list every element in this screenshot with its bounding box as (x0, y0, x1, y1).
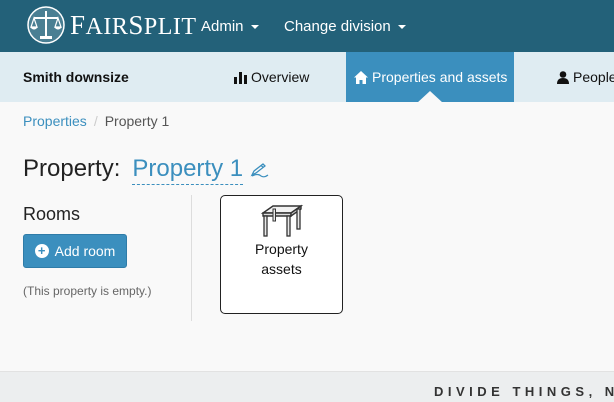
page-title-label: Property: (23, 155, 121, 182)
active-tab-pointer (417, 91, 443, 103)
change-division-label: Change division (284, 17, 391, 35)
breadcrumb-properties-link[interactable]: Properties (23, 113, 87, 129)
property-assets-label-line2: assets (261, 261, 302, 277)
top-navbar: FAIRSPLIT Admin Change division (0, 0, 614, 52)
footer-tagline: DIVIDE THINGS, N (434, 384, 614, 399)
caret-down-icon (397, 25, 406, 29)
add-room-label: Add room (54, 243, 116, 259)
tab-people-label: People (573, 69, 614, 85)
caret-down-icon (250, 25, 259, 29)
user-icon (557, 70, 569, 84)
bar-chart-icon (234, 71, 247, 84)
scales-icon (27, 6, 65, 44)
tab-properties-label: Properties and assets (372, 69, 508, 85)
home-icon (354, 70, 368, 84)
change-division-menu[interactable]: Change division (284, 0, 406, 52)
table-icon (260, 204, 303, 237)
footer: DIVIDE THINGS, N (0, 371, 614, 402)
tab-properties-and-assets[interactable]: Properties and assets (346, 52, 514, 103)
add-room-button[interactable]: + Add room (23, 234, 127, 268)
edit-pencil-icon[interactable] (249, 162, 269, 178)
admin-menu-label: Admin (201, 17, 244, 35)
tab-people[interactable]: People (557, 52, 614, 102)
brand[interactable]: FAIRSPLIT (24, 5, 197, 45)
property-assets-card[interactable]: Property assets (220, 195, 343, 314)
breadcrumb-separator: / (93, 113, 98, 129)
property-assets-label-line1: Property (255, 241, 308, 257)
plus-circle-icon: + (34, 244, 49, 258)
tab-overview-label: Overview (251, 69, 310, 85)
brand-name: FAIRSPLIT (70, 9, 197, 40)
property-name-editable[interactable]: Property 1 (132, 155, 244, 185)
breadcrumb: Properties / Property 1 (23, 113, 169, 129)
rooms-heading: Rooms (23, 204, 81, 224)
column-divider (191, 195, 192, 321)
tab-overview[interactable]: Overview (234, 52, 309, 102)
project-title: Smith downsize (23, 69, 129, 85)
breadcrumb-current: Property 1 (104, 113, 170, 129)
project-subnav: Smith downsize Overview Properties and a… (0, 52, 614, 103)
page-title: Property: Property 1 (23, 155, 269, 185)
admin-menu[interactable]: Admin (201, 0, 259, 52)
empty-property-note: (This property is empty.) (23, 284, 152, 298)
